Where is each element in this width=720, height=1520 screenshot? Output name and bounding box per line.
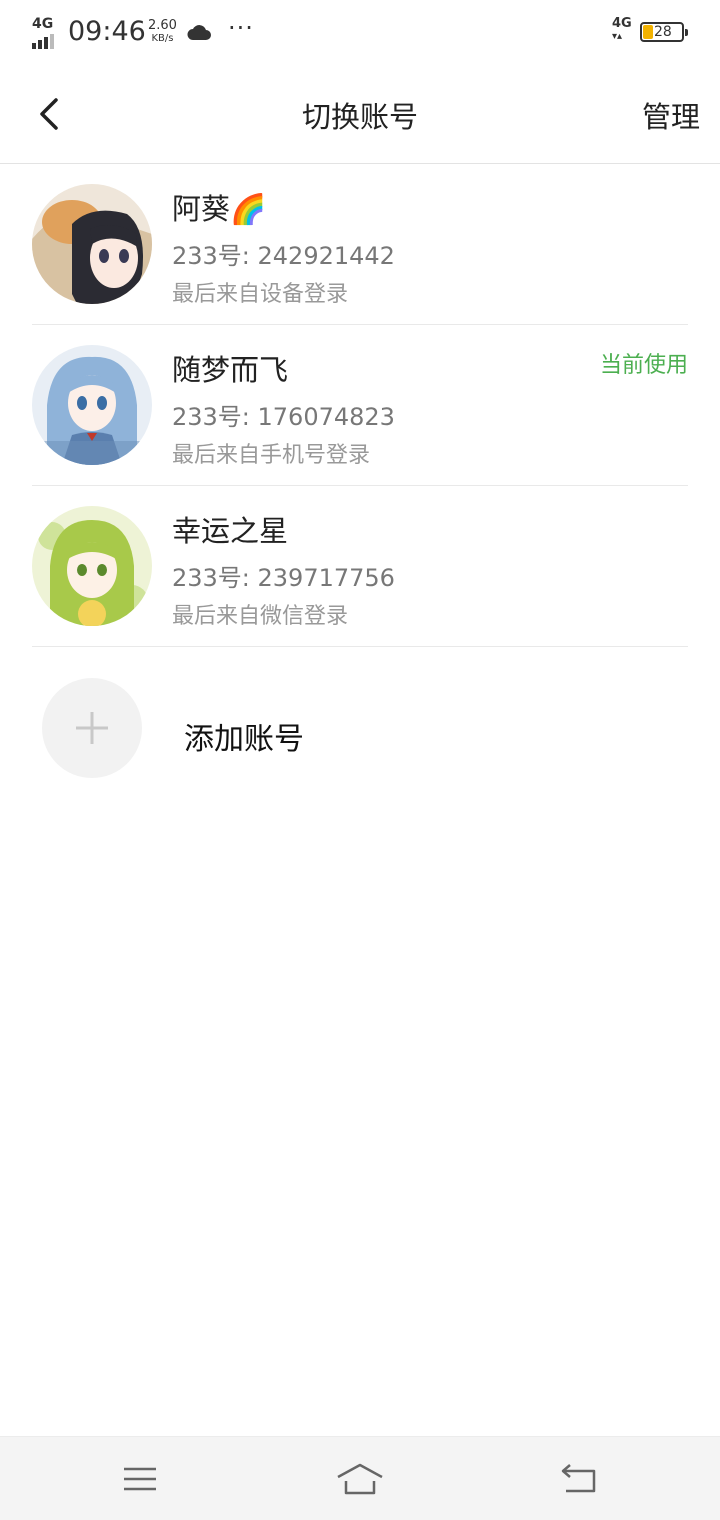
signal-icon: 4G [30, 16, 62, 49]
battery-level: 28 [654, 24, 672, 40]
add-account-circle [42, 678, 142, 778]
plus-icon [76, 712, 108, 744]
more-notifications-icon: ··· [228, 14, 254, 42]
avatar [32, 506, 152, 626]
speed-unit: KB/s [151, 33, 174, 44]
back-nav-button[interactable] [558, 1459, 598, 1499]
account-name: 随梦而飞 [172, 353, 289, 387]
account-id: 233号: 176074823 [172, 403, 395, 431]
account-item[interactable]: 阿葵🌈 233号: 242921442 最后来自设备登录 [32, 164, 688, 325]
account-id: 233号: 239717756 [172, 564, 395, 592]
system-nav-bar [0, 1436, 720, 1520]
add-account-label: 添加账号 [184, 722, 304, 757]
add-account-button[interactable]: 添加账号 [32, 678, 688, 778]
cloud-icon [186, 20, 212, 44]
manage-button[interactable]: 管理 [642, 94, 700, 136]
page-title: 切换账号 [301, 100, 418, 134]
account-login-source: 最后来自设备登录 [172, 282, 349, 307]
account-name: 幸运之星 [172, 514, 289, 548]
status-bar: 4G 09:46 2.60 KB/s ··· 4G ▾▴ 28 [0, 0, 720, 66]
account-item[interactable]: 幸运之星 233号: 239717756 最后来自微信登录 [32, 486, 688, 647]
avatar [32, 184, 152, 304]
account-id: 233号: 242921442 [172, 242, 395, 270]
current-account-badge: 当前使用 [599, 353, 688, 378]
clock: 09:46 [68, 16, 146, 47]
mobile-data-icon: 4G ▾▴ [612, 16, 632, 42]
account-login-source: 最后来自微信登录 [172, 604, 349, 629]
account-list: 阿葵🌈 233号: 242921442 最后来自设备登录 随梦而飞 233号: … [32, 164, 688, 647]
battery-fill [643, 25, 653, 39]
speed-value: 2.60 [148, 18, 177, 33]
recent-apps-button[interactable] [120, 1459, 160, 1499]
account-name: 阿葵🌈 [172, 192, 267, 226]
account-login-source: 最后来自手机号登录 [172, 443, 371, 468]
menu-icon [124, 1467, 156, 1491]
home-button[interactable] [336, 1459, 384, 1499]
header: 切换账号 管理 [0, 66, 720, 164]
network-speed: 2.60 KB/s [148, 19, 177, 45]
home-icon [337, 1463, 383, 1495]
avatar [32, 345, 152, 465]
network-type-right: 4G [612, 16, 632, 31]
network-type: 4G [32, 16, 54, 32]
battery-icon: 28 [640, 22, 688, 42]
account-item[interactable]: 随梦而飞 233号: 176074823 最后来自手机号登录 当前使用 [32, 325, 688, 486]
back-arrow-icon [561, 1464, 596, 1493]
